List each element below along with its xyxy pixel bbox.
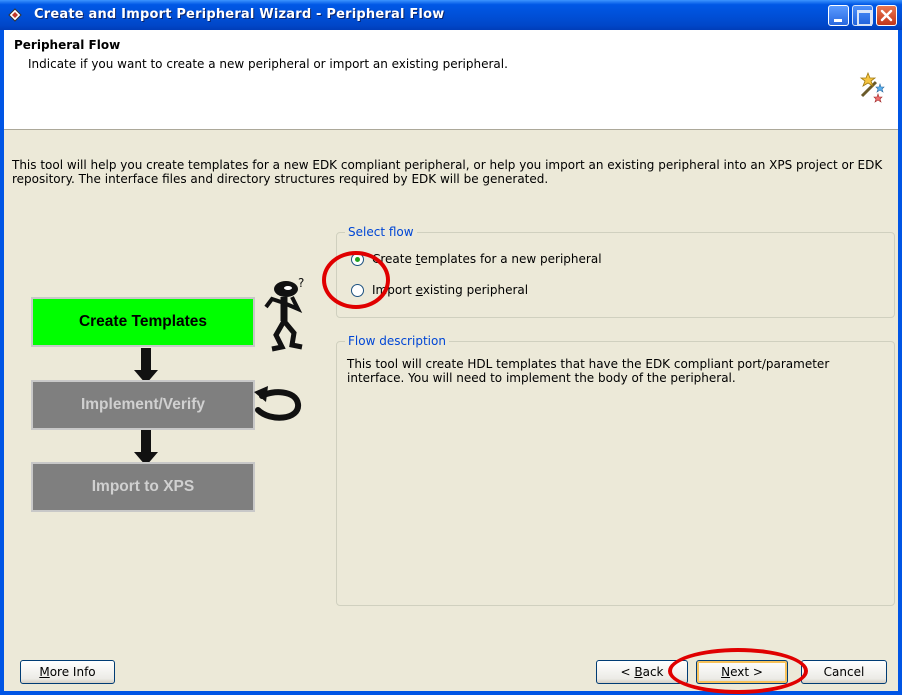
wizard-header: Peripheral Flow Indicate if you want to … [4,30,898,130]
radio-create-templates[interactable]: Create templates for a new peripheral [351,252,602,266]
flow-description-group: Flow description This tool will create H… [336,334,895,606]
annotation-circle-radio [322,251,390,309]
thinking-figure-icon: ? [264,276,304,352]
wizard-window: Create and Import Peripheral Wizard - Pe… [0,0,902,695]
intro-text: This tool will help you create templates… [12,158,883,186]
title-bar[interactable]: Create and Import Peripheral Wizard - Pe… [0,0,902,30]
app-icon [8,8,22,22]
flow-description-legend: Flow description [345,334,449,348]
step-import-to-xps: Import to XPS [31,462,255,512]
more-info-button[interactable]: More Info [20,660,115,684]
page-title: Peripheral Flow [14,38,121,52]
close-button[interactable] [876,5,897,26]
flow-description-text: This tool will create HDL templates that… [347,357,830,385]
radio-import-existing-label: Import existing peripheral [372,283,529,297]
window-title: Create and Import Peripheral Wizard - Pe… [34,7,445,22]
svg-text:?: ? [298,276,304,290]
step-create-templates: Create Templates [31,297,255,347]
select-flow-group: Select flow Create templates for a new p… [336,225,895,318]
cancel-button[interactable]: Cancel [801,660,887,684]
wizard-wand-icon [859,71,885,103]
close-icon [880,9,893,22]
step-implement-verify: Implement/Verify [31,380,255,430]
maximize-button[interactable] [852,5,873,26]
wizard-body: Peripheral Flow Indicate if you want to … [4,30,898,694]
window-border-right [898,30,902,695]
minimize-button[interactable] [828,5,849,26]
page-subtitle: Indicate if you want to create a new per… [28,57,508,71]
loop-arrow-icon [254,386,301,421]
annotation-circle-next [668,648,808,694]
radio-create-templates-label: Create templates for a new peripheral [372,252,602,266]
select-flow-legend: Select flow [345,225,417,239]
